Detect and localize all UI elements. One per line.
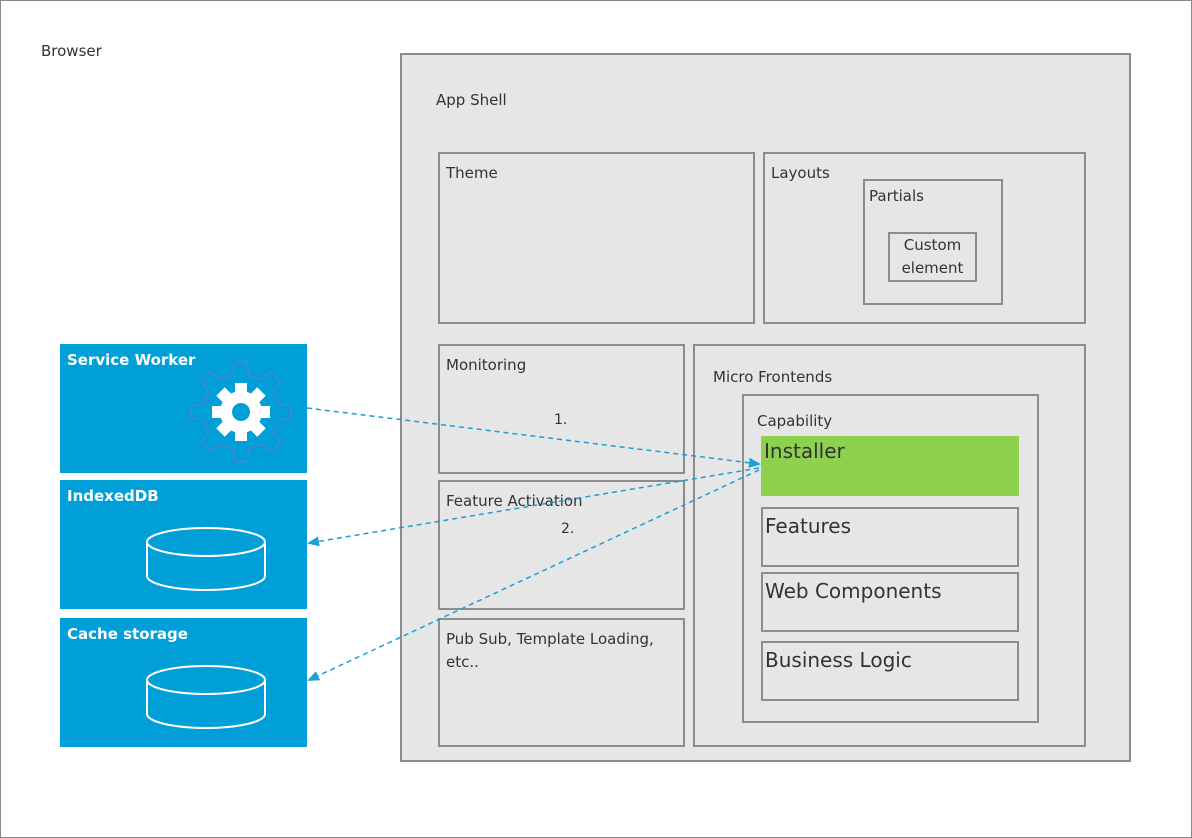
- cache-storage-label: Cache storage: [67, 625, 188, 643]
- browser-label: Browser: [41, 42, 102, 60]
- capability-label: Capability: [757, 412, 833, 430]
- database-icon: [146, 665, 266, 729]
- indexeddb-label: IndexedDB: [67, 487, 159, 505]
- custom-element-label: Custom element: [901, 235, 964, 277]
- features-label: Features: [765, 514, 851, 538]
- features-box: Features: [761, 507, 1019, 567]
- partials-label: Partials: [869, 187, 924, 205]
- theme-label: Theme: [446, 164, 498, 182]
- cache-storage-box: Cache storage: [60, 618, 307, 747]
- business-logic-label: Business Logic: [765, 648, 912, 672]
- service-worker-box: Service Worker: [60, 344, 307, 473]
- database-icon: [146, 527, 266, 591]
- theme-box: Theme: [438, 152, 755, 324]
- step-1-label: 1.: [554, 412, 568, 428]
- monitoring-label: Monitoring: [446, 356, 527, 374]
- gear-icon: [190, 361, 292, 463]
- indexeddb-box: IndexedDB: [60, 480, 307, 609]
- step-2-label: 2.: [561, 521, 575, 537]
- web-components-box: Web Components: [761, 572, 1019, 632]
- app-shell-label: App Shell: [436, 91, 507, 109]
- feature-activation-box: Feature Activation: [438, 480, 685, 610]
- business-logic-box: Business Logic: [761, 641, 1019, 701]
- custom-element-box: Custom element: [888, 232, 977, 282]
- installer-label: Installer: [764, 439, 845, 463]
- feature-activation-label: Feature Activation: [446, 492, 583, 510]
- layouts-label: Layouts: [771, 164, 830, 182]
- micro-frontends-label: Micro Frontends: [713, 368, 833, 386]
- pubsub-label: Pub Sub, Template Loading, etc..: [446, 630, 654, 672]
- installer-box: Installer: [761, 436, 1019, 496]
- pubsub-box: Pub Sub, Template Loading, etc..: [438, 618, 685, 747]
- monitoring-box: Monitoring: [438, 344, 685, 474]
- web-components-label: Web Components: [765, 579, 942, 603]
